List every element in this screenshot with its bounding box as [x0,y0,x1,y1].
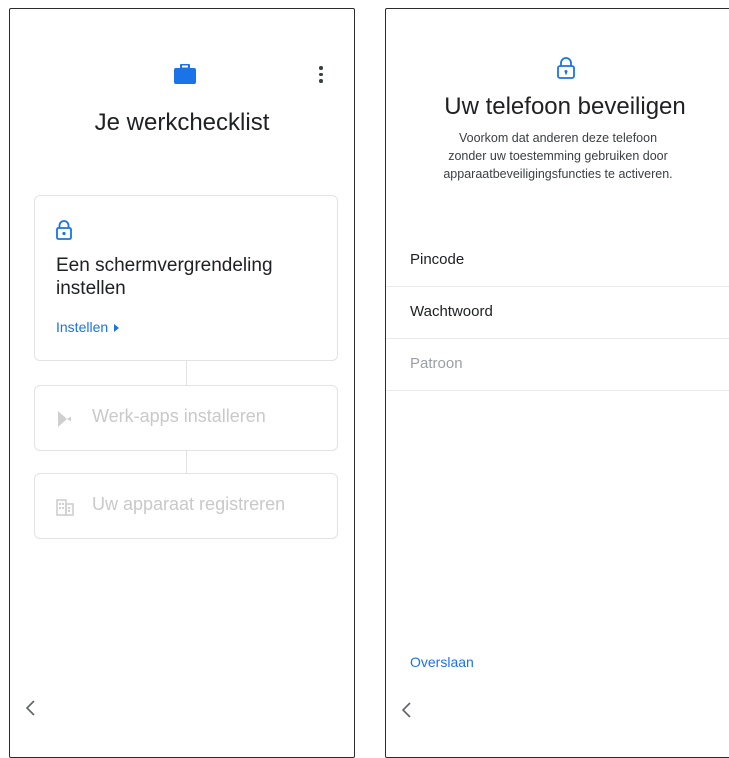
step-connector [186,451,187,473]
more-options-icon[interactable] [316,66,326,84]
play-store-icon [58,411,71,427]
back-icon[interactable] [400,701,414,719]
option-pin[interactable]: Pincode [386,234,729,287]
page-title: Je werkchecklist [94,109,270,136]
option-label[interactable]: Pincode [410,251,464,268]
page-title: Uw telefoon beveiligen [444,93,686,120]
subtitle-line: apparaatbeveiligingsfuncties te activere… [443,167,673,181]
play-arrow-icon [114,324,120,333]
building-icon [56,499,74,516]
subtitle-line: Voorkom dat anderen deze telefoon [458,131,658,145]
option-label[interactable]: Patroon [410,355,463,372]
step-title: Een schermvergrendeling instellen [56,255,273,299]
step-title: Uw apparaat registreren [92,494,286,514]
briefcase-icon [174,64,196,84]
lock-icon [557,57,575,79]
step-title: Werk-apps installeren [92,406,266,426]
checklist-step-register-device: Uw apparaat registreren [34,473,338,539]
work-checklist-screen: Je werkchecklist Een schermvergrendeling… [9,8,355,758]
setup-link[interactable]: Instellen [56,319,120,335]
checklist-step-install-apps: Werk-apps installeren [34,385,338,451]
page-subtitle: Voorkom dat anderen deze telefoon zonder… [406,129,710,183]
option-pattern[interactable]: Patroon [386,338,729,391]
subtitle-line: zonder uw toestemming gebruiken door [448,149,668,163]
option-label[interactable]: Wachtwoord [410,303,493,320]
skip-button[interactable]: Overslaan [410,654,474,670]
secure-phone-screen: Uw telefoon beveiligen Voorkom dat ander… [385,8,729,758]
step-connector [186,361,187,385]
back-icon[interactable] [24,699,38,717]
setup-link-label[interactable]: Instellen [56,319,108,335]
checklist-step-screen-lock: Een schermvergrendeling instellen Instel… [34,195,338,361]
lock-icon [56,220,72,240]
option-password[interactable]: Wachtwoord [386,286,729,339]
